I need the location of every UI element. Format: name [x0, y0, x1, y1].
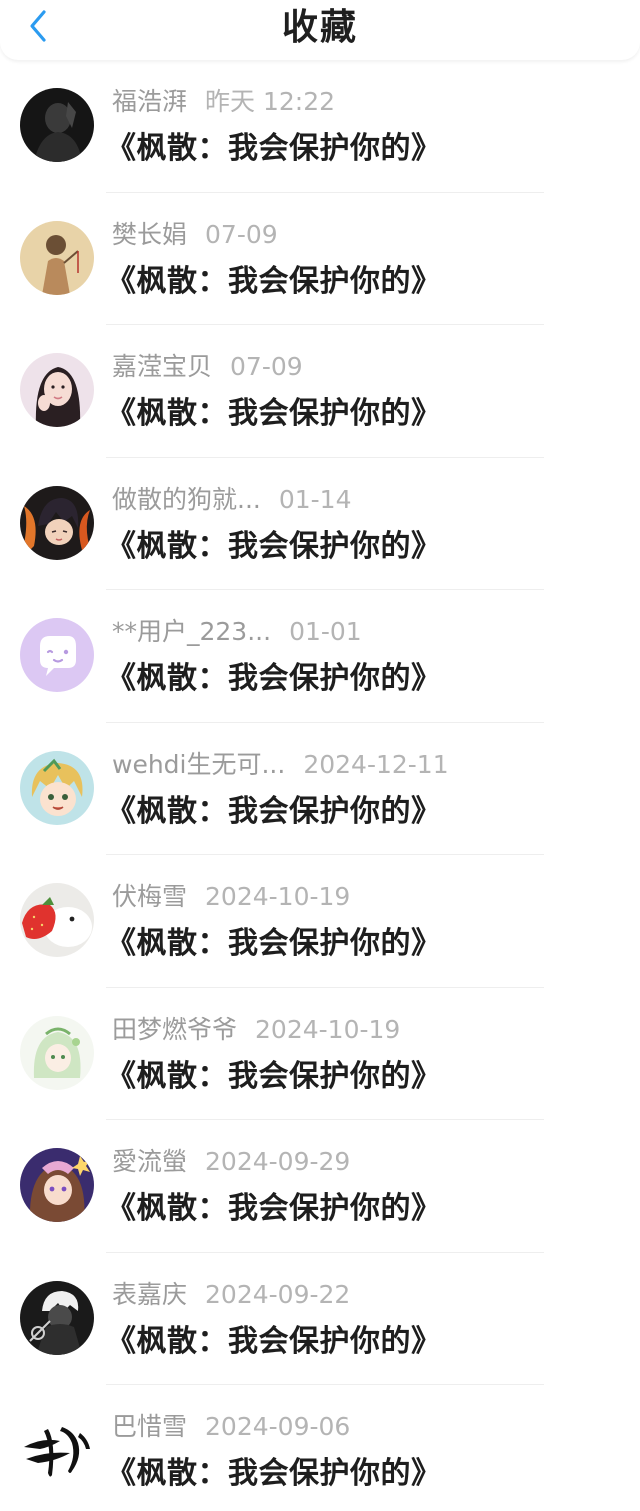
item-meta: 愛流螢 2024-09-29 [112, 1144, 350, 1180]
post-title[interactable]: 《枫散：我会保护你的》 [106, 1453, 442, 1495]
post-title[interactable]: 《枫散：我会保护你的》 [106, 923, 442, 965]
username[interactable]: 表嘉庆 [112, 1280, 187, 1309]
list-item[interactable]: 田梦燃爷爷 2024-10-19 《枫散：我会保护你的》 [0, 988, 640, 1120]
avatar[interactable] [20, 1413, 94, 1487]
list-item[interactable]: 愛流螢 2024-09-29 《枫散：我会保护你的》 [0, 1120, 640, 1253]
item-meta: wehdi生无可... 2024-12-11 [112, 747, 449, 783]
avatar[interactable] [20, 1280, 94, 1355]
timestamp: 2024-09-29 [205, 1147, 351, 1176]
avatar[interactable] [20, 618, 94, 692]
avatar[interactable] [20, 88, 94, 162]
list-item[interactable]: **用户_223... 01-01 《枫散：我会保护你的》 [0, 590, 640, 723]
username[interactable]: 田梦燃爷爷 [112, 1015, 237, 1044]
avatar[interactable] [20, 750, 94, 825]
post-title[interactable]: 《枫散：我会保护你的》 [106, 128, 442, 170]
list-item[interactable]: 嘉滢宝贝 07-09 《枫散：我会保护你的》 [0, 325, 640, 458]
avatar[interactable] [20, 883, 94, 957]
post-title[interactable]: 《枫散：我会保护你的》 [106, 1188, 442, 1230]
timestamp: 07-09 [205, 219, 278, 249]
timestamp: 07-09 [230, 352, 303, 381]
timestamp: 昨天 12:22 [205, 87, 336, 116]
username[interactable]: 愛流螢 [112, 1147, 187, 1176]
favorites-list: 福浩湃 昨天 12:22 《枫散：我会保护你的》 樊长娟 07-09 《枫散：我会保… [0, 60, 640, 1511]
item-meta: 福浩湃 昨天 12:22 [112, 84, 335, 120]
username[interactable]: **用户_223... [112, 617, 271, 646]
list-item[interactable]: 表嘉庆 2024-09-22 《枫散：我会保护你的》 [0, 1253, 640, 1385]
item-meta: 伏梅雪 2024-10-19 [112, 879, 350, 915]
item-meta: 樊长娟 07-09 [112, 217, 278, 253]
username[interactable]: 嘉滢宝贝 [112, 352, 212, 381]
post-title[interactable]: 《枫散：我会保护你的》 [106, 1056, 442, 1098]
list-item[interactable]: 巴惜雪 2024-09-06 《枫散：我会保护你的》 [0, 1385, 640, 1511]
list-item[interactable]: 做散的狗就... 01-14 《枫散：我会保护你的》 [0, 458, 640, 590]
post-title[interactable]: 《枫散：我会保护你的》 [106, 791, 442, 833]
avatar[interactable] [20, 220, 94, 295]
favorites-page: 收藏 福浩湃 昨天 12:22 《枫散：我会保护你的》 樊长娟 07-09 《枫… [0, 0, 640, 1511]
post-title[interactable]: 《枫散：我会保护你的》 [106, 658, 442, 700]
avatar[interactable] [20, 1015, 94, 1090]
timestamp: 01-01 [289, 617, 362, 646]
avatar[interactable] [20, 353, 94, 427]
avatar[interactable] [20, 485, 94, 560]
list-item[interactable]: 福浩湃 昨天 12:22 《枫散：我会保护你的》 [0, 60, 640, 193]
timestamp: 2024-10-19 [255, 1014, 401, 1044]
page-title: 收藏 [281, 7, 358, 48]
post-title[interactable]: 《枫散：我会保护你的》 [106, 393, 442, 435]
post-title[interactable]: 《枫散：我会保护你的》 [106, 261, 442, 303]
item-meta: 表嘉庆 2024-09-22 [112, 1277, 350, 1313]
item-meta: 嘉滢宝贝 07-09 [112, 349, 303, 385]
username[interactable]: 伏梅雪 [112, 882, 187, 911]
list-item[interactable]: 樊长娟 07-09 《枫散：我会保护你的》 [0, 193, 640, 325]
username[interactable]: 做散的狗就... [112, 485, 261, 514]
timestamp: 2024-09-22 [205, 1279, 351, 1309]
avatar[interactable] [20, 1148, 94, 1222]
post-title[interactable]: 《枫散：我会保护你的》 [106, 526, 442, 568]
username[interactable]: 福浩湃 [112, 87, 187, 116]
username[interactable]: wehdi生无可... [112, 750, 285, 779]
timestamp: 2024-10-19 [205, 882, 351, 911]
list-item[interactable]: 伏梅雪 2024-10-19 《枫散：我会保护你的》 [0, 855, 640, 988]
post-title[interactable]: 《枫散：我会保护你的》 [106, 1321, 442, 1363]
timestamp: 01-14 [278, 484, 352, 514]
item-meta: 田梦燃爷爷 2024-10-19 [112, 1012, 400, 1048]
username[interactable]: 樊长娟 [112, 220, 187, 249]
list-item[interactable]: wehdi生无可... 2024-12-11 《枫散：我会保护你的》 [0, 723, 640, 855]
item-meta: 巴惜雪 2024-09-06 [112, 1409, 350, 1445]
top-bar: 收藏 [0, 0, 640, 60]
timestamp: 2024-12-11 [303, 749, 449, 779]
item-meta: 做散的狗就... 01-14 [112, 482, 352, 518]
item-meta: **用户_223... 01-01 [112, 614, 362, 650]
username[interactable]: 巴惜雪 [112, 1412, 187, 1441]
timestamp: 2024-09-06 [205, 1412, 351, 1441]
